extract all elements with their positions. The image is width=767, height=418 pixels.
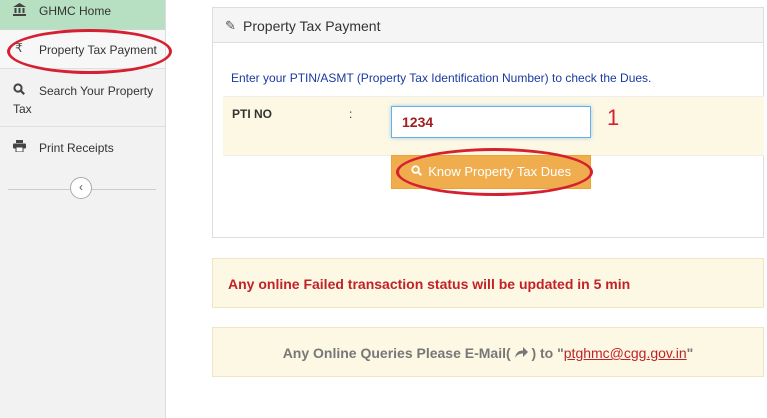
sidebar-item-label: GHMC Home [39,4,112,18]
sidebar: GHMC Home ₹ Property Tax Payment Search … [0,0,166,418]
button-label: Know Property Tax Dues [428,164,572,179]
panel-title: Property Tax Payment [243,18,381,34]
share-arrow-icon [511,345,532,361]
edit-icon: ✎ [225,18,236,33]
bank-icon [12,3,26,19]
ptin-instruction: Enter your PTIN/ASMT (Property Tax Ident… [231,71,652,85]
contact-prefix: Any Online Queries Please E-Mail [282,345,506,361]
sidebar-item-label: Property Tax Payment [39,43,157,57]
failed-transaction-alert: Any online Failed transaction status wil… [212,258,764,308]
ptin-form-row: PTI NO : 1 [223,96,764,156]
sidebar-item-print-receipts[interactable]: Print Receipts [0,127,165,168]
pti-no-input[interactable] [391,106,591,138]
contact-bracket-open: ( [506,345,511,361]
contact-suffix: " [686,345,694,361]
know-property-tax-dues-button[interactable]: Know Property Tax Dues [391,155,591,189]
sidebar-item-property-tax-payment[interactable]: ₹ Property Tax Payment [0,30,165,69]
step-annotation-number: 1 [607,105,620,130]
rupee-icon: ₹ [15,41,23,55]
sidebar-item-ghmc-home[interactable]: GHMC Home [0,0,165,30]
pti-colon: : [349,107,353,121]
sidebar-item-search-property-tax[interactable]: Search Your Property Tax [0,69,165,127]
property-tax-panel: ✎ Property Tax Payment Enter your PTIN/A… [212,7,764,238]
chevron-left-icon: ‹ [79,180,83,194]
contact-notice: Any Online Queries Please E-Mail( ) to "… [212,327,764,377]
pti-no-label: PTI NO [232,107,273,121]
email-link[interactable]: ptghmc@cgg.gov.in [564,345,687,361]
alert-text: Any online Failed transaction status wil… [228,276,631,292]
sidebar-item-label: Search Your Property Tax [13,84,154,116]
sidebar-item-label: Print Receipts [39,141,114,155]
search-icon [411,165,425,179]
sidebar-collapse-button[interactable]: ‹ [70,177,92,199]
panel-header: ✎ Property Tax Payment [213,8,763,43]
contact-to: to " [536,345,564,361]
contact-line: Any Online Queries Please E-Mail( ) to "… [283,345,694,361]
print-icon [12,140,26,155]
